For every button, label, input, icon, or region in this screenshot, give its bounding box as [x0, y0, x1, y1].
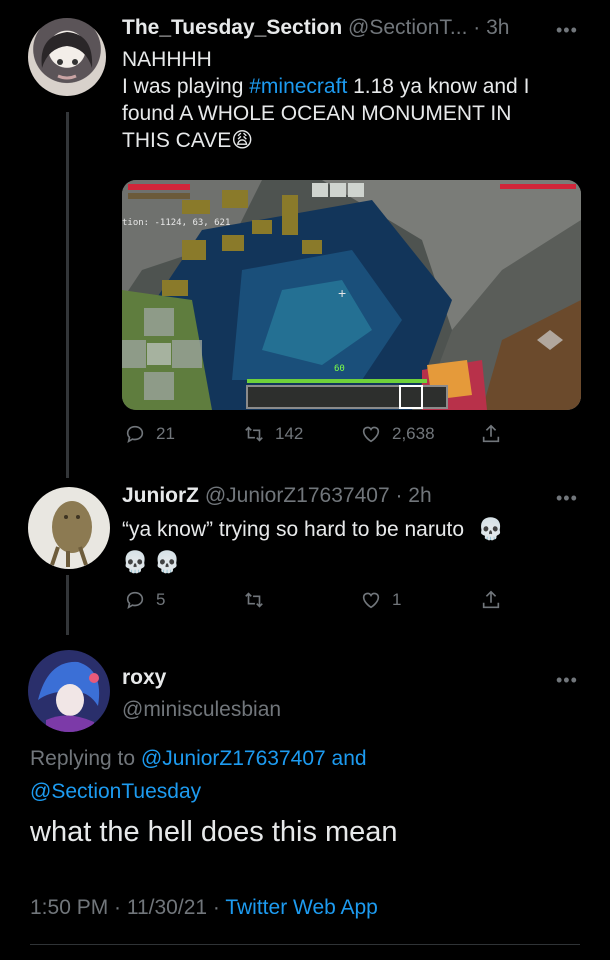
author-name[interactable]: JuniorZ — [122, 484, 199, 507]
thread-line — [66, 112, 69, 478]
skull-emojis: 💀 💀 — [122, 551, 181, 574]
tweet-media-image[interactable]: + tion: -1124, 63, 621 60 — [122, 180, 581, 410]
more-options-icon[interactable]: ••• — [556, 20, 578, 41]
tweet-time[interactable]: · 2h — [395, 484, 431, 507]
svg-text:+: + — [338, 285, 346, 301]
heart-icon — [362, 426, 380, 443]
share-icon — [482, 590, 500, 609]
share-button[interactable] — [480, 589, 502, 611]
avatar[interactable] — [28, 650, 110, 732]
retweet-icon — [245, 426, 263, 442]
like-button[interactable]: 1 — [360, 589, 401, 611]
reply-icon — [126, 591, 144, 609]
author-handle[interactable]: @minisculesbian — [122, 698, 281, 722]
tweet-timestamp[interactable]: 1:50 PM · 11/30/21 · — [30, 896, 225, 919]
retweet-icon — [245, 592, 263, 608]
minecraft-screenshot: + — [122, 180, 581, 410]
more-options-icon[interactable]: ••• — [556, 670, 578, 691]
share-button[interactable] — [480, 423, 502, 445]
divider — [30, 944, 580, 945]
author-name[interactable]: roxy — [122, 666, 281, 690]
mention-link[interactable]: @JuniorZ17637407 — [141, 747, 326, 770]
share-icon — [482, 424, 500, 443]
game-xp-level: 60 — [334, 364, 345, 374]
tweet-time[interactable]: · 3h — [473, 16, 509, 39]
hashtag-link[interactable]: #minecraft — [249, 75, 347, 98]
avatar[interactable] — [28, 18, 106, 96]
avatar[interactable] — [28, 487, 110, 569]
like-button[interactable]: 2,638 — [360, 423, 435, 445]
retweet-button[interactable]: 142 — [243, 423, 303, 445]
reply-button[interactable]: 21 — [124, 423, 175, 445]
author-handle[interactable]: @JuniorZ17637407 — [205, 484, 390, 507]
reply-button[interactable]: 5 — [124, 589, 165, 611]
author-name[interactable]: The_Tuesday_Section — [122, 16, 342, 39]
skull-emoji: 💀 — [477, 518, 505, 541]
replying-to: Replying to @JuniorZ17637407 and @Sectio… — [30, 747, 367, 803]
more-options-icon[interactable]: ••• — [556, 488, 578, 509]
reply-icon — [126, 425, 144, 443]
tweet-text: what the hell does this mean — [30, 816, 398, 848]
game-coordinates: tion: -1124, 63, 621 — [122, 218, 231, 228]
mention-link[interactable]: @SectionTuesday — [30, 780, 201, 803]
tweet-source-link[interactable]: Twitter Web App — [225, 896, 378, 919]
heart-icon — [362, 592, 380, 609]
thread-line — [66, 575, 69, 635]
author-handle[interactable]: @SectionT... — [348, 16, 467, 39]
tweet-text: “ya know” trying so hard to be naruto 💀 … — [122, 516, 562, 576]
weary-face-emoji: 😩 — [231, 129, 254, 152]
retweet-button[interactable] — [243, 589, 275, 611]
tweet-text: NAHHHH I was playing #minecraft 1.18 ya … — [122, 48, 530, 152]
